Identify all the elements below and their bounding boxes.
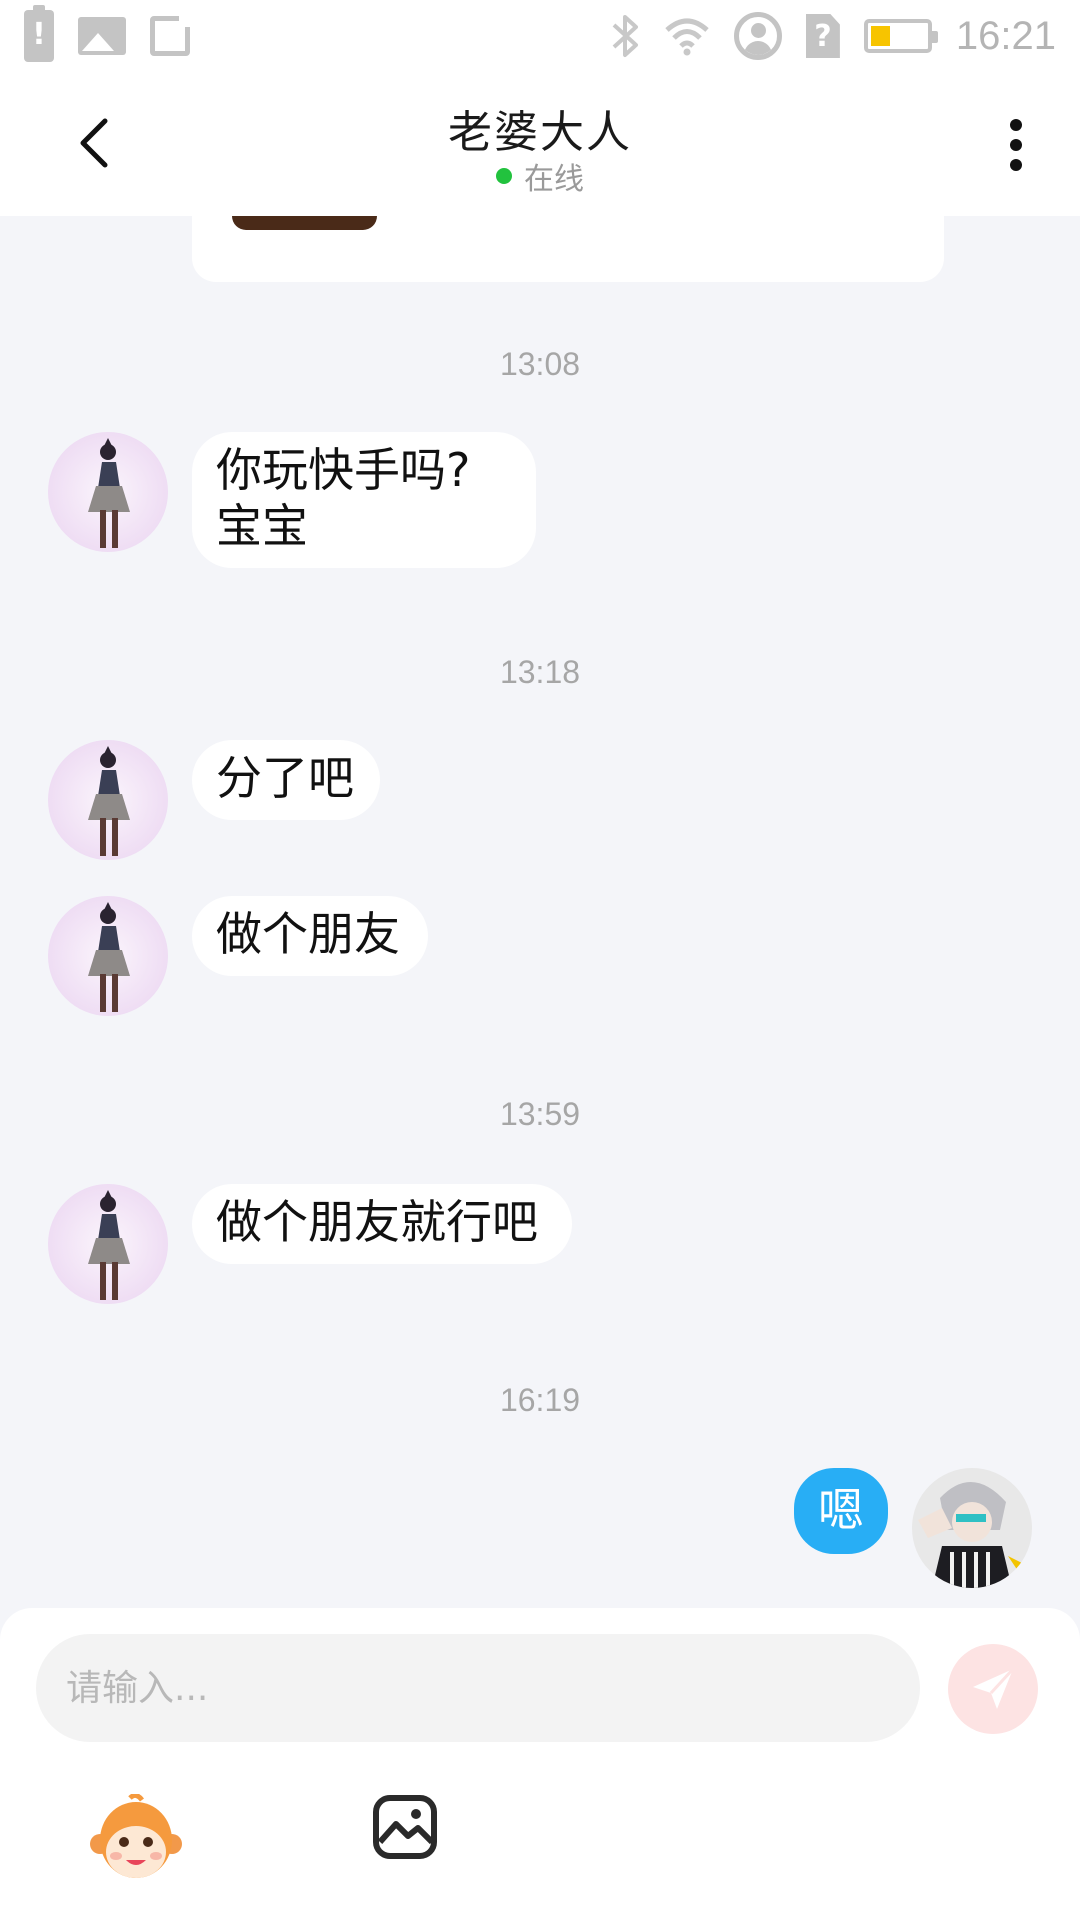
- timestamp: 13:08: [499, 346, 581, 382]
- message-list[interactable]: 13:08 你玩快手吗? 宝宝 13:18 分了吧 做个朋友 13:59 做个朋…: [0, 216, 1080, 1608]
- anime-girl-avatar-icon: [48, 896, 168, 1016]
- contact-avatar[interactable]: [48, 432, 168, 552]
- chat-header: 老婆大人 在线: [0, 72, 1080, 216]
- sim-icon: ?: [805, 14, 840, 58]
- incoming-message-bubble[interactable]: 做个朋友: [192, 896, 428, 976]
- send-icon: [973, 1667, 1015, 1709]
- monkey-emoji-icon: [90, 1792, 182, 1878]
- outgoing-message-bubble[interactable]: 嗯: [794, 1468, 888, 1554]
- bluetooth-icon: [612, 15, 638, 57]
- status-time: 16:21: [955, 13, 1056, 58]
- more-options-button[interactable]: [988, 108, 1044, 182]
- previous-message-card[interactable]: [192, 216, 944, 282]
- contact-avatar[interactable]: [48, 896, 168, 1016]
- battery-alert-icon: !: [24, 5, 54, 62]
- battery-level-fill: [870, 26, 891, 46]
- anime-girl-avatar-icon: [48, 740, 168, 860]
- contact-avatar[interactable]: [48, 1184, 168, 1304]
- status-bar: ! ? 16:21: [0, 0, 1080, 72]
- anime-girl-avatar-icon: [48, 1184, 168, 1304]
- online-status-text: 在线: [524, 162, 584, 197]
- window-icon: [150, 13, 193, 56]
- send-button[interactable]: [948, 1644, 1038, 1734]
- image-icon: [373, 1795, 437, 1859]
- composer-panel: [0, 1608, 1080, 1920]
- anime-boy-avatar-icon: [912, 1468, 1032, 1588]
- timestamp: 16:19: [499, 1382, 581, 1418]
- incoming-message-bubble[interactable]: 分了吧: [192, 740, 380, 820]
- previous-message-image: [232, 216, 377, 230]
- incoming-message-bubble[interactable]: 你玩快手吗? 宝宝: [192, 432, 536, 568]
- user-circle-icon: [733, 12, 782, 60]
- battery-icon: [863, 19, 938, 53]
- anime-girl-avatar-icon: [48, 432, 168, 552]
- more-vertical-icon: [1010, 119, 1022, 171]
- contact-name: 老婆大人: [448, 107, 632, 158]
- message-input[interactable]: [36, 1634, 920, 1742]
- user-avatar[interactable]: [912, 1468, 1032, 1588]
- timestamp: 13:18: [499, 654, 581, 690]
- timestamp: 13:59: [499, 1096, 581, 1132]
- emoji-button[interactable]: [90, 1792, 182, 1884]
- online-dot-icon: [496, 168, 512, 184]
- wifi-icon: [665, 18, 709, 56]
- image-picker-button[interactable]: [372, 1794, 438, 1860]
- contact-avatar[interactable]: [48, 740, 168, 860]
- image-icon: [78, 17, 126, 55]
- incoming-message-bubble[interactable]: 做个朋友就行吧: [192, 1184, 572, 1264]
- online-status: 在线: [0, 154, 1080, 198]
